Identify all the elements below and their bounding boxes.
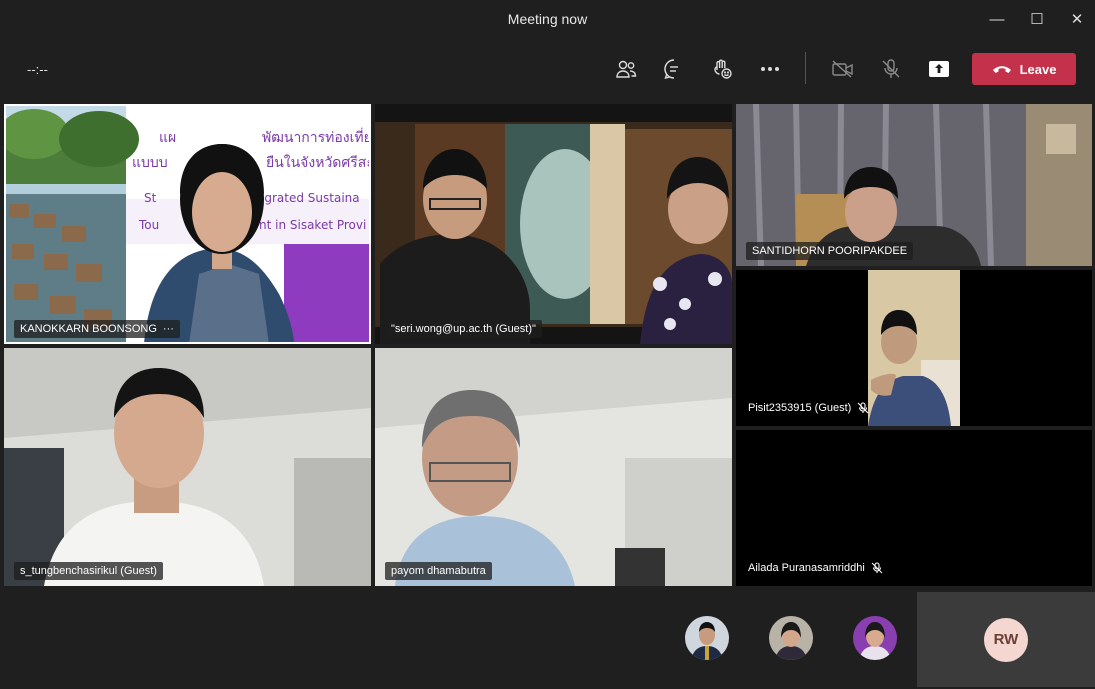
svg-text:แบบบ: แบบบ bbox=[132, 155, 168, 171]
title-bar: Meeting now — ☐ ✕ bbox=[0, 0, 1095, 38]
leave-label: Leave bbox=[1019, 61, 1057, 77]
meeting-timer: --:-- bbox=[27, 62, 48, 77]
hang-up-icon bbox=[992, 66, 1011, 73]
chat-icon bbox=[664, 59, 678, 79]
participant-name-label: Ailada Puranasamriddhi bbox=[748, 562, 883, 574]
more-options-icon[interactable]: ··· bbox=[163, 323, 174, 335]
participant-tile[interactable]: SANTIDHORN POORIPAKDEE bbox=[736, 104, 1092, 266]
video-grid: แผ พัฒนาการท่องเที่ยว แบบบ ยืนในจังหวัดศ… bbox=[0, 100, 1095, 590]
participant-name-label: payom dhamabutra bbox=[385, 562, 492, 580]
toolbar-separator bbox=[805, 52, 806, 84]
camera-toggle-button[interactable] bbox=[828, 54, 858, 84]
self-view-tile[interactable]: RW bbox=[917, 592, 1095, 687]
participant-name: KANOKKARN BOONSONG bbox=[20, 323, 157, 335]
more-button[interactable] bbox=[755, 54, 785, 84]
participant-name: "seri.wong@up.ac.th (Guest)" bbox=[391, 323, 536, 335]
self-avatar-initials: RW bbox=[984, 617, 1028, 662]
people-button[interactable] bbox=[611, 54, 641, 84]
mic-toggle-button[interactable] bbox=[876, 54, 906, 84]
share-icon bbox=[929, 61, 949, 77]
minimize-button[interactable]: — bbox=[977, 0, 1017, 38]
people-icon bbox=[616, 60, 637, 78]
chat-button[interactable] bbox=[659, 54, 689, 84]
share-button[interactable] bbox=[924, 54, 954, 84]
participant-tile[interactable]: payom dhamabutra bbox=[375, 348, 732, 586]
mic-muted-icon bbox=[871, 562, 883, 574]
leave-button[interactable]: Leave bbox=[972, 53, 1076, 85]
svg-text:Tou: Tou bbox=[138, 218, 159, 232]
participant-name: payom dhamabutra bbox=[391, 565, 486, 577]
reactions-button[interactable] bbox=[707, 54, 737, 84]
participant-video bbox=[4, 348, 371, 586]
bottom-participant-strip: RW bbox=[0, 590, 1095, 689]
maximize-button[interactable]: ☐ bbox=[1017, 0, 1057, 38]
camera-off-icon bbox=[832, 60, 853, 78]
participant-tile[interactable]: แผ พัฒนาการท่องเที่ยว แบบบ ยืนในจังหวัดศ… bbox=[4, 104, 371, 344]
svg-text:แผ: แผ bbox=[159, 130, 176, 146]
svg-text:nt in Sisaket Provi: nt in Sisaket Provi bbox=[259, 218, 366, 232]
participant-tile[interactable]: Ailada Puranasamriddhi bbox=[736, 430, 1092, 586]
participant-name: SANTIDHORN POORIPAKDEE bbox=[752, 245, 908, 257]
meeting-toolbar: --:-- Leave bbox=[0, 38, 1095, 100]
reactions-icon bbox=[714, 59, 732, 79]
participant-name-label: Pisit2353915 (Guest) bbox=[748, 402, 869, 414]
mic-muted-icon bbox=[857, 402, 869, 414]
svg-text:ยืนในจังหวัดศรีสะ: ยืนในจังหวัดศรีสะ bbox=[266, 154, 371, 171]
participant-tile[interactable]: Pisit2353915 (Guest) bbox=[736, 270, 1092, 426]
participant-avatar[interactable] bbox=[685, 616, 729, 660]
participant-video: แผ พัฒนาการท่องเที่ยว แบบบ ยืนในจังหวัดศ… bbox=[4, 104, 371, 344]
svg-text:พัฒนาการท่องเที่ยว: พัฒนาการท่องเที่ยว bbox=[262, 128, 371, 146]
more-icon bbox=[761, 67, 779, 71]
participant-name-label: KANOKKARN BOONSONG ··· bbox=[14, 320, 180, 338]
participant-name-label: SANTIDHORN POORIPAKDEE bbox=[746, 242, 914, 260]
participant-name: s_tungbenchasirikul (Guest) bbox=[20, 565, 157, 577]
participant-video bbox=[375, 348, 732, 586]
participant-name: Pisit2353915 (Guest) bbox=[748, 402, 852, 414]
participant-tile[interactable]: s_tungbenchasirikul (Guest) bbox=[4, 348, 371, 586]
participant-name-label: s_tungbenchasirikul (Guest) bbox=[14, 562, 163, 580]
mic-off-icon bbox=[882, 59, 900, 78]
participant-avatar[interactable] bbox=[853, 616, 897, 660]
participant-avatar[interactable] bbox=[769, 616, 813, 660]
svg-text:St: St bbox=[144, 191, 157, 205]
participant-name: Ailada Puranasamriddhi bbox=[748, 562, 865, 574]
svg-text:egrated Sustaina: egrated Sustaina bbox=[257, 191, 360, 205]
window-title: Meeting now bbox=[507, 11, 588, 27]
close-button[interactable]: ✕ bbox=[1057, 0, 1095, 38]
participant-video bbox=[375, 104, 732, 344]
participant-tile[interactable]: "seri.wong@up.ac.th (Guest)" bbox=[375, 104, 732, 344]
participant-name-label: "seri.wong@up.ac.th (Guest)" bbox=[385, 320, 542, 338]
